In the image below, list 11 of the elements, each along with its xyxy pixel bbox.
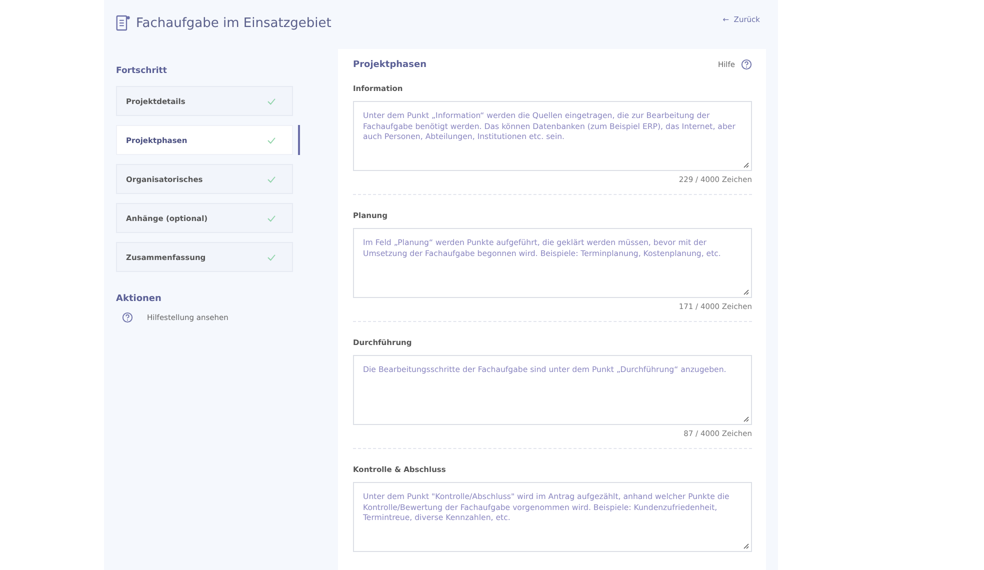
document-icon xyxy=(116,15,130,31)
section-title: Projektphasen xyxy=(353,60,426,70)
resize-handle-icon[interactable] xyxy=(743,416,749,422)
resize-handle-icon[interactable] xyxy=(743,289,749,295)
resize-handle-icon[interactable] xyxy=(743,162,749,168)
resize-handle-icon[interactable] xyxy=(743,543,749,549)
page-title: Fachaufgabe im Einsatzgebiet xyxy=(136,16,332,30)
actions-heading: Aktionen xyxy=(116,294,162,304)
help-icon xyxy=(741,59,752,70)
progress-heading: Fortschritt xyxy=(116,66,168,76)
help-icon xyxy=(122,312,133,323)
